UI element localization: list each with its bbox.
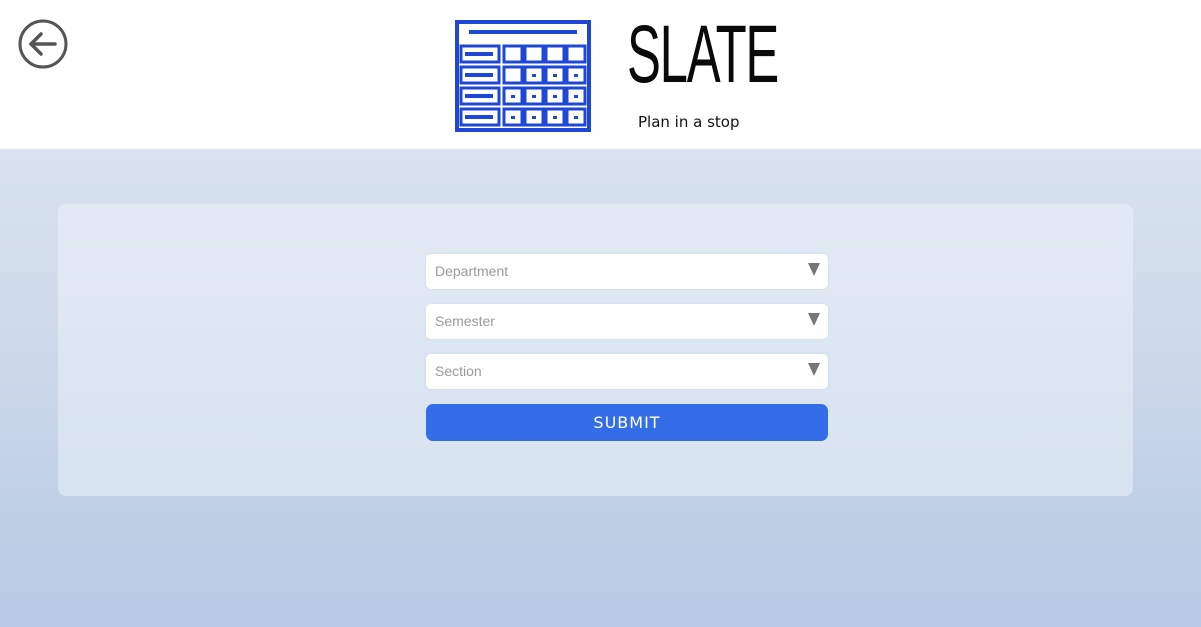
caret-down-icon [808, 363, 820, 376]
section-placeholder: Section [435, 363, 482, 379]
semester-select[interactable]: Semester [426, 304, 828, 339]
arrow-left-circle-icon [18, 19, 68, 69]
form-card [58, 204, 1133, 496]
app-header: SLATE Plan in a stop [0, 0, 1201, 149]
department-select[interactable]: Department [426, 254, 828, 289]
logo-tagline: Plan in a stop [638, 113, 740, 131]
caret-down-icon [808, 313, 820, 326]
department-placeholder: Department [435, 263, 509, 279]
logo-title: SLATE [627, 9, 779, 100]
section-select[interactable]: Section [426, 354, 828, 389]
back-button[interactable] [18, 19, 68, 69]
semester-placeholder: Semester [435, 313, 495, 329]
caret-down-icon [808, 263, 820, 276]
submit-button[interactable]: SUBMIT [426, 404, 828, 441]
